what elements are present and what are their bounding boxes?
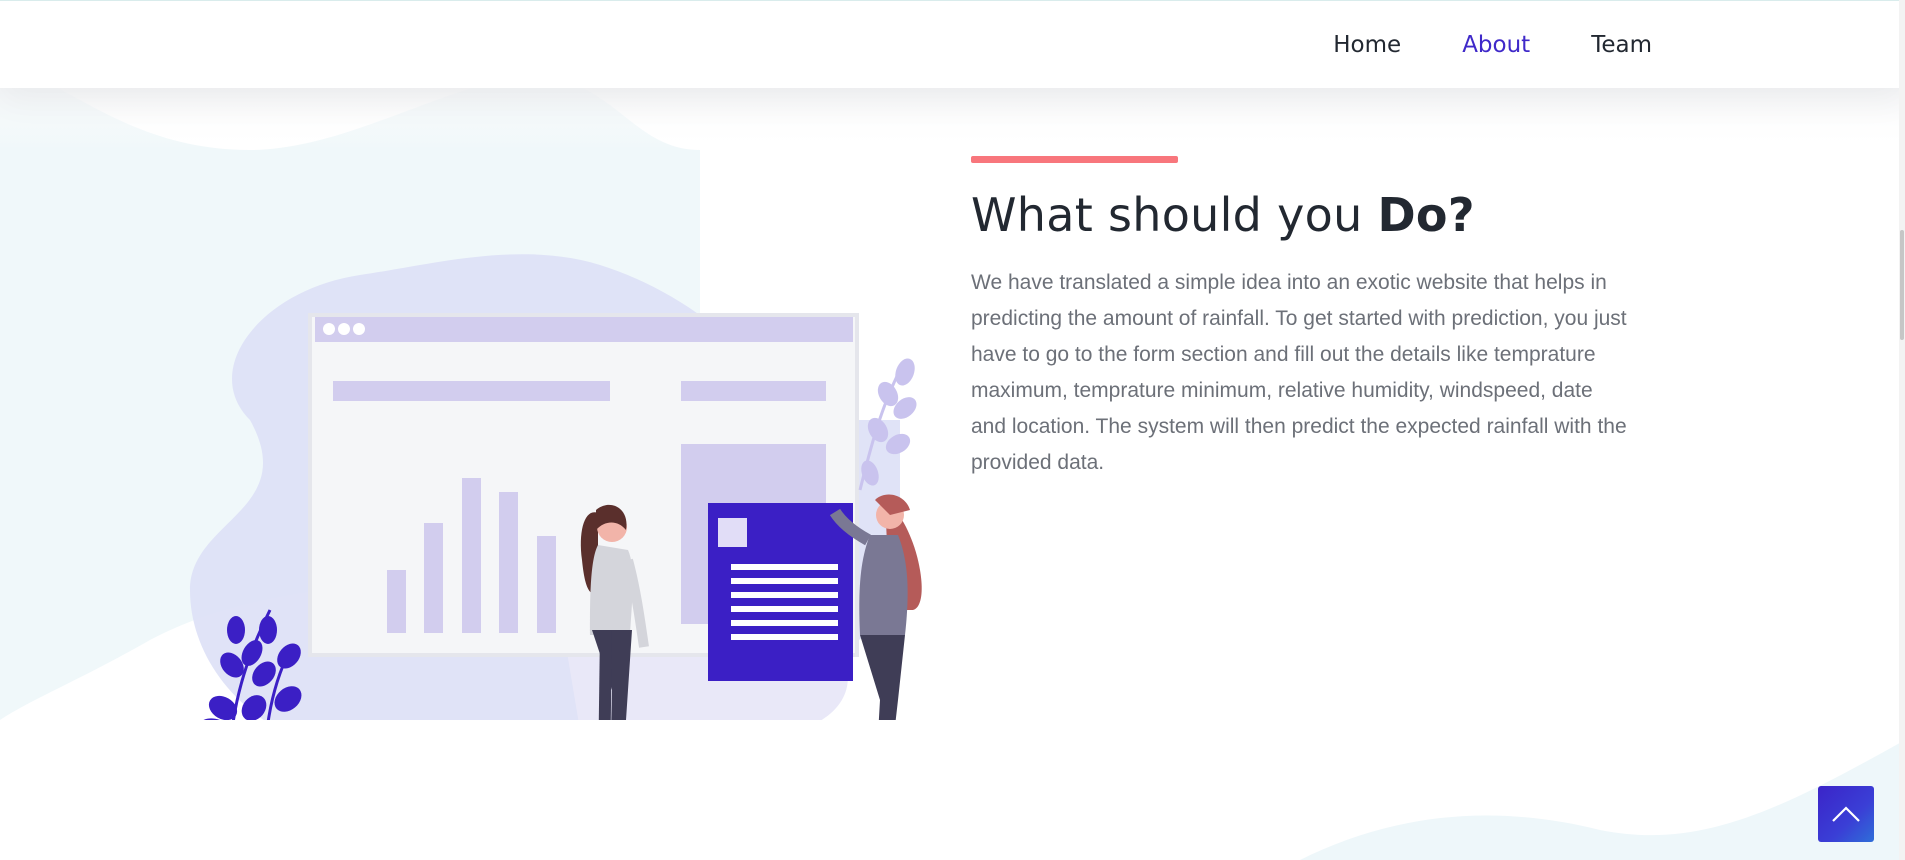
document-card [708,503,853,681]
section-description: We have translated a simple idea into an… [971,271,1627,475]
section-title: What should you Do? [971,188,1631,243]
nav-team-link[interactable]: Team [1591,33,1652,57]
main-nav: Home About Team [1272,1,1652,89]
title-bold: Do? [1377,188,1475,242]
heading-accent-bar [971,156,1178,163]
chevron-up-icon [1832,806,1860,822]
scroll-to-top-button[interactable] [1818,786,1874,842]
nav-home-link[interactable]: Home [1333,33,1401,57]
nav-about-link[interactable]: About [1462,33,1530,57]
about-section: What should you Do? We have translated a… [971,156,1631,481]
scrollbar-track[interactable] [1899,0,1905,860]
analytics-illustration [190,254,922,720]
title-regular: What should you [971,188,1378,242]
site-header: Home About Team [0,0,1905,88]
scrollbar-thumb[interactable] [1900,230,1904,340]
